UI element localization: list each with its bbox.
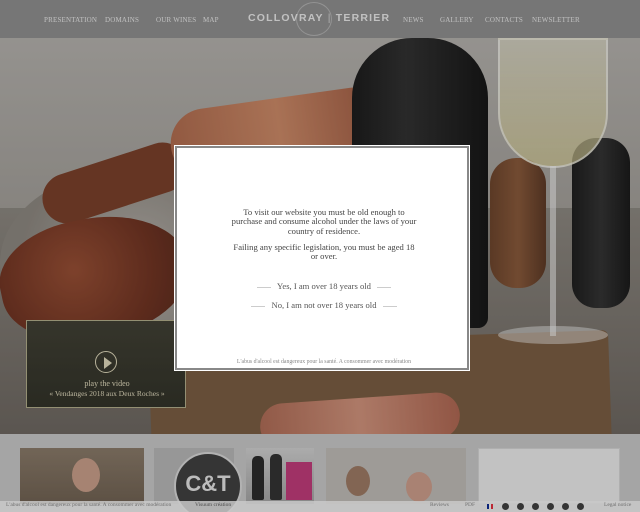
under-18-label: No, I am not over 18 years old	[271, 300, 377, 310]
age-message-legal: Failing any specific legislation, you mu…	[233, 242, 415, 262]
age-verification-modal: To visit our website you must be old eno…	[174, 145, 471, 371]
over-18-button[interactable]: Yes, I am over 18 years old	[177, 281, 471, 291]
health-warning: L'abus d'alcool est dangereux pour la sa…	[236, 359, 412, 365]
divider	[382, 305, 397, 307]
under-18-button[interactable]: No, I am not over 18 years old	[177, 300, 471, 310]
divider	[257, 286, 272, 288]
age-message: To visit our website you must be old eno…	[231, 207, 417, 236]
divider	[376, 286, 391, 288]
divider	[251, 305, 266, 307]
over-18-label: Yes, I am over 18 years old	[277, 281, 371, 291]
